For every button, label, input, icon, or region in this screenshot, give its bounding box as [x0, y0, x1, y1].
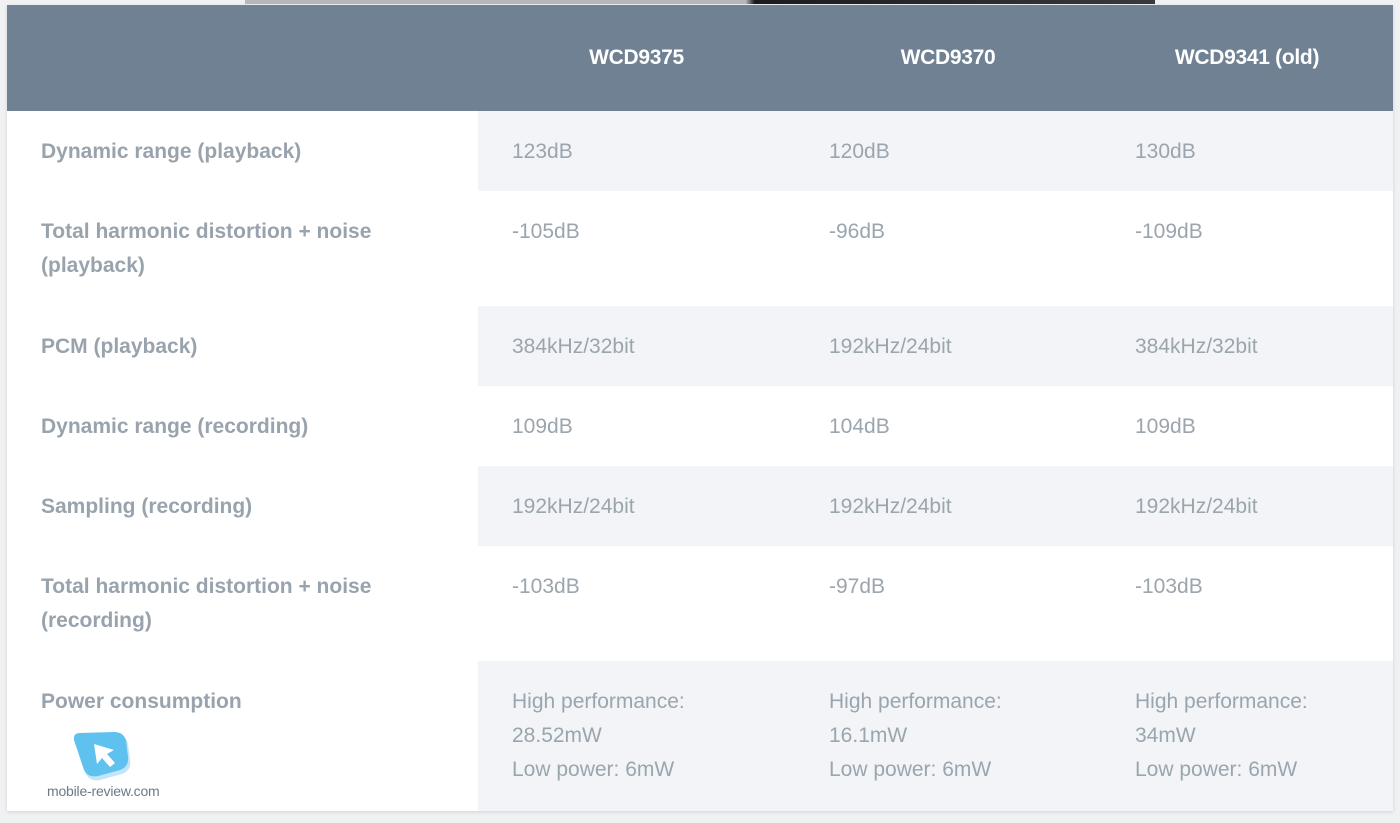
mobile-review-logo-icon: [73, 732, 131, 781]
row-label: Dynamic range (recording): [7, 386, 478, 466]
table-cell: -96dB: [795, 191, 1101, 306]
row-label: Total harmonic distortion + noise (playb…: [7, 191, 478, 306]
table-row: Dynamic range (playback) 123dB 120dB 130…: [7, 111, 1393, 191]
table-cell: 130dB: [1101, 111, 1393, 191]
table-row: Sampling (recording) 192kHz/24bit 192kHz…: [7, 466, 1393, 546]
cell-line: Low power: 6mW: [829, 758, 992, 781]
cell-line: High performance:: [512, 690, 685, 713]
table-cell: High performance: 28.52mW Low power: 6mW: [478, 661, 795, 811]
table-cell: 192kHz/24bit: [1101, 466, 1393, 546]
header-wcd9370: WCD9370: [900, 46, 996, 69]
codec-comparison-table: WCD9375 WCD9370 WCD9341 (old) Dynamic ra…: [7, 5, 1393, 811]
cell-line: Low power: 6mW: [1135, 758, 1298, 781]
table-cell: 120dB: [795, 111, 1101, 191]
table-cell: -103dB: [478, 546, 795, 661]
table-cell: -109dB: [1101, 191, 1393, 306]
watermark-text: mobile-review.com: [47, 783, 160, 799]
table-row: Total harmonic distortion + noise (recor…: [7, 546, 1393, 661]
top-image-strip: [245, 0, 1155, 4]
table-cell: 109dB: [478, 386, 795, 466]
table-cell: High performance: 16.1mW Low power: 6mW: [795, 661, 1101, 811]
row-label: Sampling (recording): [7, 466, 478, 546]
table-cell: 384kHz/32bit: [478, 306, 795, 386]
table-cell: 109dB: [1101, 386, 1393, 466]
watermark-logo: mobile-review.com: [40, 730, 160, 802]
table-cell: -105dB: [478, 191, 795, 306]
cell-line: 16.1mW: [829, 724, 908, 747]
table-row: Power consumption High performance: 28.5…: [7, 661, 1393, 811]
row-label: Dynamic range (playback): [7, 111, 478, 191]
table-cell: 192kHz/24bit: [478, 466, 795, 546]
header-wcd9375: WCD9375: [589, 46, 684, 69]
comparison-table-card: WCD9375 WCD9370 WCD9341 (old) Dynamic ra…: [7, 5, 1393, 811]
table-cell: -97dB: [795, 546, 1101, 661]
table-header-row: WCD9375 WCD9370 WCD9341 (old): [7, 5, 1393, 111]
table-cell: 123dB: [478, 111, 795, 191]
table-cell: -103dB: [1101, 546, 1393, 661]
table-cell: High performance: 34mW Low power: 6mW: [1101, 661, 1393, 811]
table-cell: 384kHz/32bit: [1101, 306, 1393, 386]
table-row: Dynamic range (recording) 109dB 104dB 10…: [7, 386, 1393, 466]
cell-line: High performance:: [829, 690, 1002, 713]
table-cell: 192kHz/24bit: [795, 466, 1101, 546]
table-row: Total harmonic distortion + noise (playb…: [7, 191, 1393, 306]
header-wcd9341: WCD9341 (old): [1174, 46, 1320, 69]
table-cell: 104dB: [795, 386, 1101, 466]
cell-line: High performance:: [1135, 690, 1308, 713]
table-row: PCM (playback) 384kHz/32bit 192kHz/24bit…: [7, 306, 1393, 386]
cell-line: Low power: 6mW: [512, 758, 675, 781]
cell-line: 28.52mW: [512, 724, 602, 747]
cell-line: 34mW: [1135, 724, 1196, 747]
table-cell: 192kHz/24bit: [795, 306, 1101, 386]
row-label: Total harmonic distortion + noise (recor…: [7, 546, 478, 661]
header-empty-cell: [7, 5, 478, 111]
row-label: PCM (playback): [7, 306, 478, 386]
